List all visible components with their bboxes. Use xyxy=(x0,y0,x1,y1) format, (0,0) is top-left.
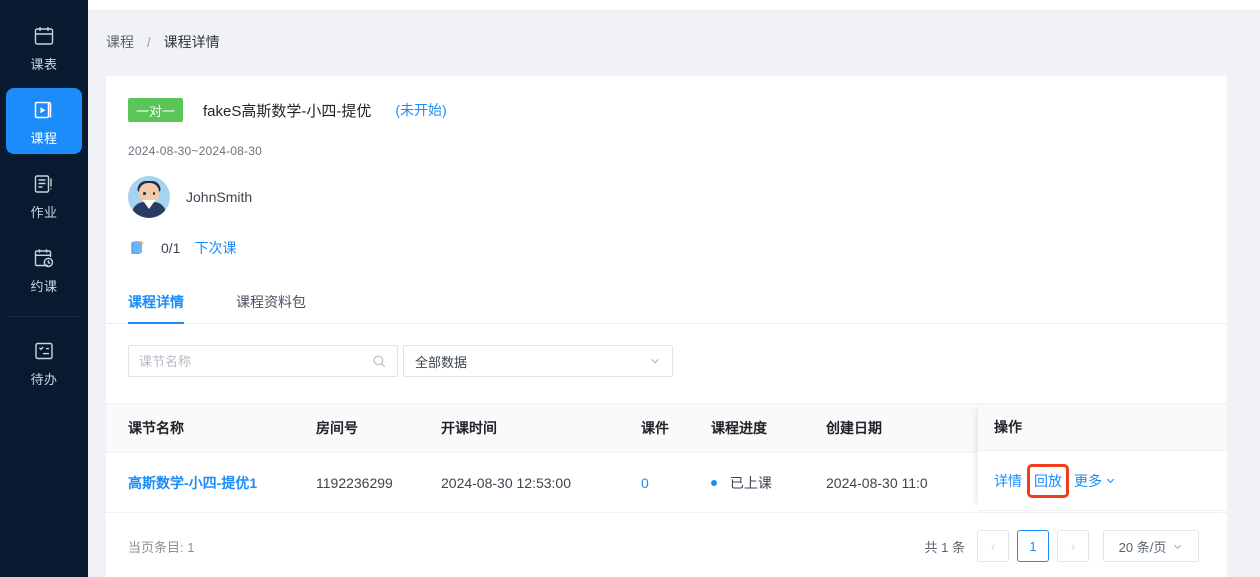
col-start-time: 开课时间 xyxy=(441,403,641,453)
course-title-row: 一对一 fakeS高斯数学-小四-提优 (未开始) xyxy=(128,98,1227,122)
action-detail-link[interactable]: 详情 xyxy=(994,471,1022,491)
course-detail-card: 一对一 fakeS高斯数学-小四-提优 (未开始) 2024-08-30~202… xyxy=(106,76,1227,577)
total-count: 共 1 条 xyxy=(924,539,965,555)
course-date-range: 2024-08-30~2024-08-30 xyxy=(128,144,262,158)
calendar-icon xyxy=(32,23,56,49)
cell-start-time: 2024-08-30 12:53:00 xyxy=(441,452,641,513)
sidebar-item-label: 课表 xyxy=(30,57,58,72)
action-more-label: 更多 xyxy=(1074,472,1102,489)
pagination: 共 1 条 ‹ 1 › 20 条/页 xyxy=(925,530,1199,562)
tab-course-detail[interactable]: 课程详情 xyxy=(128,292,184,324)
avatar-eye-right xyxy=(152,192,155,195)
prev-page-button[interactable]: ‹ xyxy=(977,530,1009,562)
main-area: 课程 / 课程详情 一对一 fakeS高斯数学-小四-提优 (未开始) 2024… xyxy=(88,0,1260,577)
lessons-table-wrap: 课节名称 房间号 开课时间 课件 课程进度 创建日期 高斯数学-小四-提优1 1… xyxy=(106,403,1227,513)
page-size-value: 20 条/页 xyxy=(1118,539,1167,555)
cell-lesson-name: 高斯数学-小四-提优1 xyxy=(106,452,316,513)
cell-progress: 已上课 xyxy=(711,452,826,513)
lesson-name-link[interactable]: 高斯数学-小四-提优1 xyxy=(128,475,257,491)
sidebar-item-booking[interactable]: 约课 xyxy=(6,236,82,302)
sidebar-item-schedule[interactable]: 课表 xyxy=(6,14,82,80)
actions-sticky-column: 操作 详情 回放 更多 xyxy=(978,403,1227,511)
course-play-icon xyxy=(32,97,56,123)
sidebar-item-label: 约课 xyxy=(30,279,58,294)
data-scope-select[interactable]: 全部数据 xyxy=(403,345,673,377)
tab-course-materials[interactable]: 课程资料包 xyxy=(236,292,306,323)
tab-bar: 课程详情 课程资料包 xyxy=(106,282,1227,324)
chevron-down-icon xyxy=(1172,541,1183,552)
breadcrumb: 课程 / 课程详情 xyxy=(88,10,1260,66)
sidebar-item-todo[interactable]: 待办 xyxy=(6,329,82,395)
lesson-progress-count: 0/1 xyxy=(161,240,181,256)
search-icon[interactable] xyxy=(372,354,387,369)
col-room-number: 房间号 xyxy=(316,403,441,453)
booking-clock-icon xyxy=(32,245,56,271)
filter-bar: 全部数据 xyxy=(106,324,1227,377)
course-type-badge: 一对一 xyxy=(128,98,184,122)
col-courseware: 课件 xyxy=(641,403,711,453)
breadcrumb-current: 课程详情 xyxy=(163,34,220,50)
homework-icon xyxy=(32,171,56,197)
avatar-eye-left xyxy=(143,192,146,195)
sidebar-item-label: 课程 xyxy=(30,131,58,146)
col-progress: 课程进度 xyxy=(711,403,826,453)
sidebar-item-homework[interactable]: 作业 xyxy=(6,162,82,228)
todo-checklist-icon xyxy=(32,338,56,364)
chevron-down-icon xyxy=(649,355,661,367)
page-1-button[interactable]: 1 xyxy=(1017,530,1049,562)
course-name: fakeS高斯数学-小四-提优 xyxy=(203,102,372,120)
sidebar-item-label: 待办 xyxy=(30,372,58,387)
teacher-row: JohnSmith xyxy=(128,176,1227,218)
next-class-link[interactable]: 下次课 xyxy=(194,238,236,258)
col-actions: 操作 xyxy=(978,403,1227,451)
action-more-link[interactable]: 更多 xyxy=(1074,471,1116,491)
sidebar-divider xyxy=(8,316,80,317)
row-actions: 详情 回放 更多 xyxy=(978,451,1227,511)
search-box[interactable] xyxy=(128,345,398,377)
page-items-count: 当页条目: 1 xyxy=(128,539,195,555)
sidebar-item-label: 作业 xyxy=(30,205,58,220)
teacher-name: JohnSmith xyxy=(186,189,253,205)
data-scope-value: 全部数据 xyxy=(415,354,468,370)
cell-courseware: 0 xyxy=(641,452,711,513)
lesson-progress-row: 0/1 下次课 xyxy=(128,238,1227,258)
course-summary: 一对一 fakeS高斯数学-小四-提优 (未开始) 2024-08-30~202… xyxy=(106,76,1227,258)
sidebar: 课表 课程 作业 约课 待办 xyxy=(0,0,88,577)
progress-text: 已上课 xyxy=(729,474,772,491)
course-status: (未开始) xyxy=(395,102,447,118)
action-replay-link[interactable]: 回放 xyxy=(1027,463,1069,498)
breadcrumb-parent[interactable]: 课程 xyxy=(106,34,134,50)
status-dot-icon xyxy=(711,479,717,486)
next-page-button[interactable]: › xyxy=(1057,530,1089,562)
app-root: 课表 课程 作业 约课 待办 课程 / 课程详情 一对一 fakeS高斯数学-小… xyxy=(0,0,1260,577)
action-replay-label: 回放 xyxy=(1034,472,1062,489)
cell-room-number: 1192236299 xyxy=(316,452,441,513)
sidebar-item-course[interactable]: 课程 xyxy=(6,88,82,154)
table-footer: 当页条目: 1 共 1 条 ‹ 1 › 20 条/页 xyxy=(106,515,1227,577)
col-lesson-name: 课节名称 xyxy=(106,403,316,453)
search-input[interactable] xyxy=(139,353,372,369)
page-size-select[interactable]: 20 条/页 xyxy=(1103,530,1199,562)
top-bar xyxy=(88,0,1260,10)
breadcrumb-separator: / xyxy=(146,34,151,50)
courseware-count-link[interactable]: 0 xyxy=(641,475,649,491)
content-area: 课程 / 课程详情 一对一 fakeS高斯数学-小四-提优 (未开始) 2024… xyxy=(88,10,1260,577)
book-icon xyxy=(128,238,148,258)
avatar xyxy=(128,176,170,218)
chevron-down-icon xyxy=(1105,475,1116,486)
